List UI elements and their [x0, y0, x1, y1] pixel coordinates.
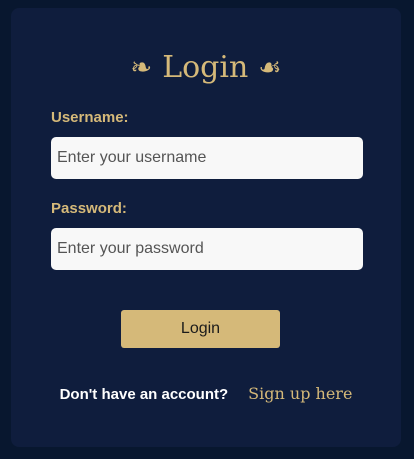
ornament-left-icon: ❧	[130, 53, 153, 83]
login-button[interactable]: Login	[121, 310, 280, 348]
signup-row: Don't have an account? Sign up here	[11, 384, 401, 403]
login-title-text: Login	[162, 50, 249, 85]
username-label: Username:	[51, 109, 129, 126]
signup-link[interactable]: Sign up here	[248, 384, 352, 403]
ornament-right-icon: ☙	[258, 53, 282, 83]
password-label: Password:	[51, 200, 127, 217]
login-card: ❧ Login ☙ Username: Password: Login Don'…	[11, 8, 401, 447]
login-title: ❧ Login ☙	[11, 48, 401, 88]
password-input[interactable]	[51, 228, 363, 270]
signup-prompt: Don't have an account?	[59, 386, 229, 403]
username-input[interactable]	[51, 137, 363, 179]
